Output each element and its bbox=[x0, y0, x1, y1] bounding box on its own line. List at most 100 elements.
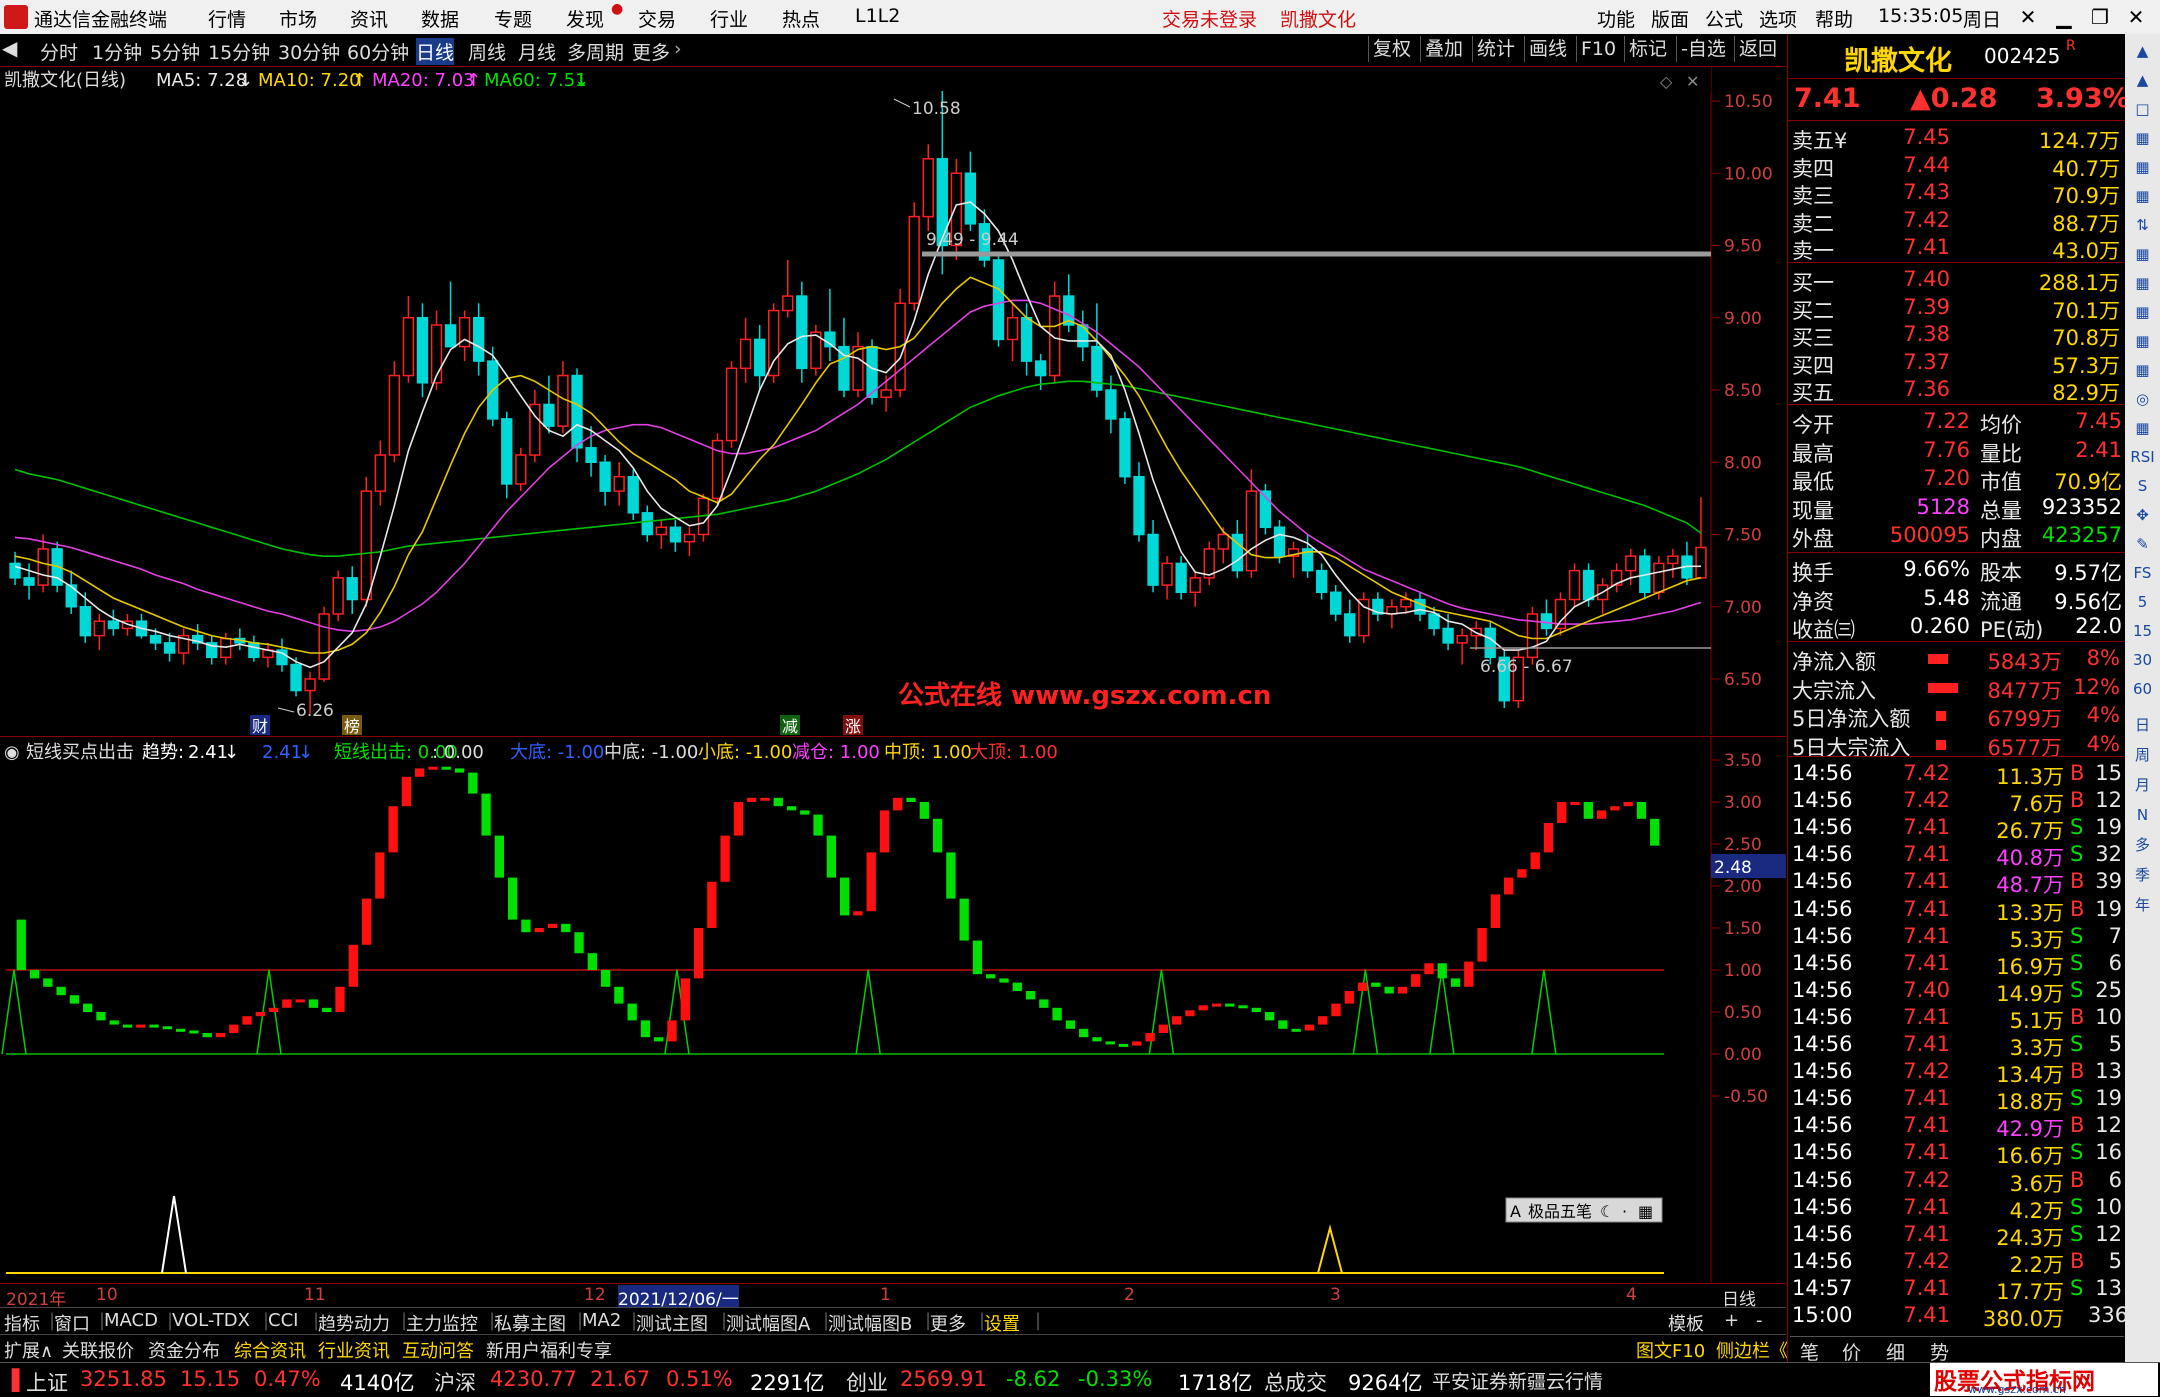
sidebar-tool-19-icon[interactable]: 5 bbox=[2129, 589, 2156, 616]
period-daily[interactable]: 日线 bbox=[416, 38, 455, 65]
info-tab-2[interactable]: 资金分布 bbox=[148, 1337, 220, 1363]
sidebar-tool-17-icon[interactable]: ✎ bbox=[2129, 531, 2156, 558]
menu-topics[interactable]: 专题 bbox=[494, 5, 532, 32]
menu-help[interactable]: 帮助 bbox=[1815, 5, 1853, 32]
indicator-tab-9[interactable]: 测试主图 bbox=[636, 1310, 708, 1336]
indicator-tab-13[interactable]: 设置 bbox=[984, 1310, 1020, 1336]
sidebar-tool-25-icon[interactable]: 月 bbox=[2129, 772, 2156, 799]
ime-label[interactable]: 极品五笔 bbox=[1528, 1202, 1592, 1221]
indicator-tab-2[interactable]: MACD bbox=[104, 1310, 158, 1331]
close-panel-icon[interactable]: ✕ bbox=[1686, 72, 1699, 91]
period-60min[interactable]: 60分钟 bbox=[347, 38, 409, 65]
sub-indicator-chart[interactable]: A 极品五笔 ☾ · ▦ bbox=[0, 1166, 1786, 1283]
sidebar-tool-27-icon[interactable]: 多 bbox=[2129, 832, 2156, 859]
menu-options[interactable]: 选项 bbox=[1759, 5, 1797, 32]
indicator-tab-7[interactable]: 私募主图 bbox=[494, 1310, 566, 1336]
menu-industry[interactable]: 行业 bbox=[710, 5, 748, 32]
indicator-chart[interactable]: 3.50 3.00 2.50 2.00 1.50 1.00 0.50 0.00 -0.50 2.… bbox=[0, 736, 1786, 1166]
toolbar-stats[interactable]: 统计 bbox=[1472, 36, 1519, 62]
toolbar-adjust[interactable]: 复权 bbox=[1368, 36, 1415, 62]
quote-tab-0[interactable]: 笔 bbox=[1800, 1338, 1819, 1365]
sidebar-tool-10-icon[interactable]: ▦ bbox=[2129, 328, 2156, 355]
sidebar-tool-29-icon[interactable]: 年 bbox=[2129, 892, 2156, 919]
sidebar-tool-28-icon[interactable]: 季 bbox=[2129, 862, 2156, 889]
info-tab-1[interactable]: 关联报价 bbox=[62, 1337, 134, 1363]
sidebar-tool-3-icon[interactable]: ▦ bbox=[2129, 125, 2156, 152]
info-tab-6[interactable]: 新用户福利专享 bbox=[486, 1337, 612, 1363]
candlestick-chart[interactable]: 10.50 10.00 9.50 9.00 8.50 8.00 7.50 7.00 6.50 9… bbox=[0, 67, 1786, 735]
tabs1-right-2[interactable]: - bbox=[1756, 1310, 1763, 1331]
period-more[interactable]: 更多 bbox=[632, 38, 670, 65]
sidebar-tool-15-icon[interactable]: S bbox=[2129, 473, 2156, 500]
period-15min[interactable]: 15分钟 bbox=[208, 38, 270, 65]
sidebar-tool-0-icon[interactable]: ▲ bbox=[2129, 38, 2156, 65]
minimize-icon[interactable]: ▁ bbox=[2046, 3, 2082, 31]
indicator-tab-12[interactable]: 更多 bbox=[930, 1310, 966, 1336]
ind-circle-icon[interactable]: ◉ bbox=[4, 742, 20, 763]
indicator-tab-10[interactable]: 测试幅图A bbox=[726, 1310, 810, 1336]
ime-keyboard-icon[interactable]: ▦ bbox=[1638, 1202, 1653, 1221]
period-monthly[interactable]: 月线 bbox=[518, 38, 556, 65]
sidebar-tool-18-icon[interactable]: FS bbox=[2129, 560, 2156, 587]
index-hs-name[interactable]: 沪深 bbox=[434, 1367, 476, 1397]
ime-punct-icon[interactable]: · bbox=[1622, 1202, 1627, 1221]
menu-function[interactable]: 功能 bbox=[1597, 5, 1635, 32]
sidebar-tool-16-icon[interactable]: ✥ bbox=[2129, 502, 2156, 529]
info-tab-4[interactable]: 行业资讯 bbox=[318, 1337, 390, 1363]
info-tab-5[interactable]: 互动问答 bbox=[402, 1337, 474, 1363]
ime-a-icon[interactable]: A bbox=[1510, 1202, 1521, 1221]
quote-tab-3[interactable]: 势 bbox=[1930, 1338, 1949, 1365]
period-5min[interactable]: 5分钟 bbox=[150, 38, 200, 65]
menu-layout[interactable]: 版面 bbox=[1651, 5, 1689, 32]
restore-icon[interactable]: ❐ bbox=[2082, 3, 2118, 31]
toolbar-draw[interactable]: 画线 bbox=[1524, 36, 1571, 62]
sidebar-tool-5-icon[interactable]: ▦ bbox=[2129, 183, 2156, 210]
quote-tab-2[interactable]: 细 bbox=[1886, 1338, 1905, 1365]
menu-l1l2[interactable]: L1L2 bbox=[855, 5, 900, 27]
sidebar-tool-2-icon[interactable]: □ bbox=[2129, 96, 2156, 123]
login-status[interactable]: 交易未登录 bbox=[1162, 5, 1257, 32]
sidebar-tool-6-icon[interactable]: ⇅ bbox=[2129, 212, 2156, 239]
period-multi[interactable]: 多周期 bbox=[567, 38, 624, 65]
tabs1-right-1[interactable]: + bbox=[1724, 1310, 1739, 1331]
indicator-tab-1[interactable]: 窗口 bbox=[54, 1310, 90, 1336]
toolbar-back[interactable]: 返回 bbox=[1734, 36, 1781, 62]
indicator-tab-5[interactable]: 趋势动力 bbox=[318, 1310, 390, 1336]
tabs1-right-0[interactable]: 模板 bbox=[1668, 1310, 1704, 1336]
sidebar-tool-24-icon[interactable]: 周 bbox=[2129, 742, 2156, 769]
close-icon[interactable]: ✕ bbox=[2118, 3, 2154, 31]
menu-data[interactable]: 数据 bbox=[421, 5, 459, 32]
toolbar-mark[interactable]: 标记 bbox=[1624, 36, 1671, 62]
index-sh-name[interactable]: 上证 bbox=[26, 1367, 68, 1397]
indicator-tab-8[interactable]: MA2 bbox=[582, 1310, 621, 1331]
sidebar-tool-13-icon[interactable]: ▦ bbox=[2129, 415, 2156, 442]
sidebar-tool-7-icon[interactable]: ▦ bbox=[2129, 241, 2156, 268]
toolbar-f10[interactable]: F10 bbox=[1576, 36, 1620, 62]
sidebar-tool-4-icon[interactable]: ▦ bbox=[2129, 154, 2156, 181]
index-cy-name[interactable]: 创业 bbox=[846, 1367, 888, 1397]
period-1min[interactable]: 1分钟 bbox=[92, 38, 142, 65]
menu-market[interactable]: 市场 bbox=[279, 5, 317, 32]
sidebar-tool-11-icon[interactable]: ▦ bbox=[2129, 357, 2156, 384]
diamond-icon[interactable]: ◇ bbox=[1660, 72, 1673, 91]
info-tab-3[interactable]: 综合资讯 bbox=[234, 1337, 306, 1363]
sidebar-tool-23-icon[interactable]: 日 bbox=[2129, 712, 2156, 739]
sidebar-tool-14-icon[interactable]: RSI bbox=[2129, 444, 2156, 471]
toolbar-watchlist[interactable]: -自选 bbox=[1676, 36, 1730, 62]
quote-tab-1[interactable]: 价 bbox=[1842, 1338, 1861, 1365]
indicator-tab-11[interactable]: 测试幅图B bbox=[828, 1310, 912, 1336]
toolbar-overlay[interactable]: 叠加 bbox=[1420, 36, 1467, 62]
close-icon-small[interactable]: ✕ bbox=[2010, 3, 2046, 31]
period-weekly[interactable]: 周线 bbox=[468, 38, 506, 65]
menu-hot[interactable]: 热点 bbox=[782, 5, 820, 32]
sidebar-tool-9-icon[interactable]: ▦ bbox=[2129, 299, 2156, 326]
sidebar-tool-1-icon[interactable]: ▲ bbox=[2129, 67, 2156, 94]
menu-formula[interactable]: 公式 bbox=[1705, 5, 1743, 32]
sidebar-tool-8-icon[interactable]: ▦ bbox=[2129, 270, 2156, 297]
info-tab-0[interactable]: 扩展∧ bbox=[4, 1337, 53, 1363]
indicator-tab-0[interactable]: 指标 bbox=[4, 1310, 40, 1336]
menu-quotes[interactable]: 行情 bbox=[208, 5, 246, 32]
menu-discover[interactable]: 发现 bbox=[566, 5, 604, 32]
period-intraday[interactable]: 分时 bbox=[40, 38, 78, 65]
menu-news[interactable]: 资讯 bbox=[350, 5, 388, 32]
